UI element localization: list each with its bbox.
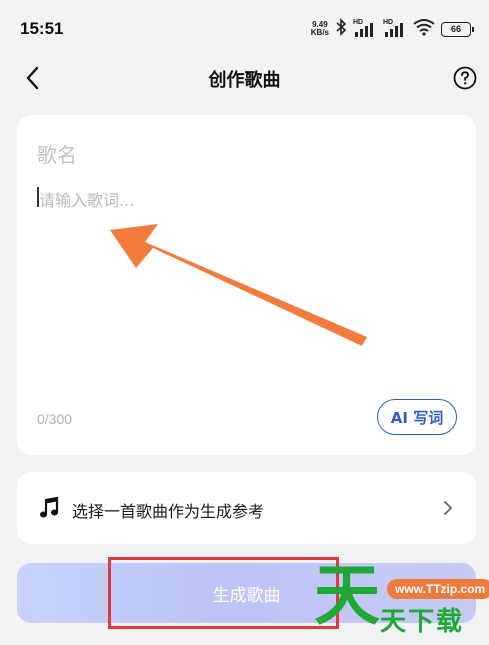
question-circle-icon [453, 66, 477, 94]
bluetooth-icon [335, 18, 347, 40]
lyrics-input[interactable]: 请输入歌词... [37, 187, 134, 211]
watermark-logo: 天 www.TTzip.com 天下载 [310, 561, 489, 645]
network-speed: 9.49 KB/s [311, 21, 329, 37]
page-title: 创作歌曲 [208, 70, 281, 91]
ai-lyrics-button[interactable]: AI 写词 [377, 399, 457, 435]
watermark-url: www.TTzip.com [387, 579, 489, 599]
help-button[interactable] [453, 66, 477, 90]
watermark-sub-text: 天下载 [380, 607, 465, 637]
lyrics-editor-card: 歌名 请输入歌词... 0/300 AI 写词 [17, 115, 476, 455]
wifi-icon [413, 18, 435, 40]
battery-indicator: 66 [441, 21, 474, 37]
chevron-right-icon [442, 499, 454, 517]
character-count: 0/300 [37, 411, 73, 427]
reference-song-label: 选择一首歌曲作为生成参考 [72, 502, 265, 521]
signal-1-icon: HD [353, 19, 377, 38]
status-time: 15:51 [20, 19, 64, 38]
nav-bar: 创作歌曲 [0, 58, 489, 98]
signal-2-icon: HD [383, 19, 407, 38]
status-icons: 9.49 KB/s HD HD 66 [311, 18, 474, 40]
signal-1-tag: HD [353, 19, 364, 26]
reference-song-selector[interactable]: 选择一首歌曲作为生成参考 [17, 472, 476, 544]
annotation-highlight-box [108, 557, 339, 629]
status-bar: 15:51 9.49 KB/s HD HD 66 [0, 0, 489, 58]
network-speed-unit: KB/s [310, 28, 329, 37]
song-name-input[interactable]: 歌名 [37, 139, 77, 168]
music-note-icon [39, 496, 59, 519]
signal-2-tag: HD [383, 19, 394, 26]
watermark-big-char: 天 [314, 557, 380, 634]
